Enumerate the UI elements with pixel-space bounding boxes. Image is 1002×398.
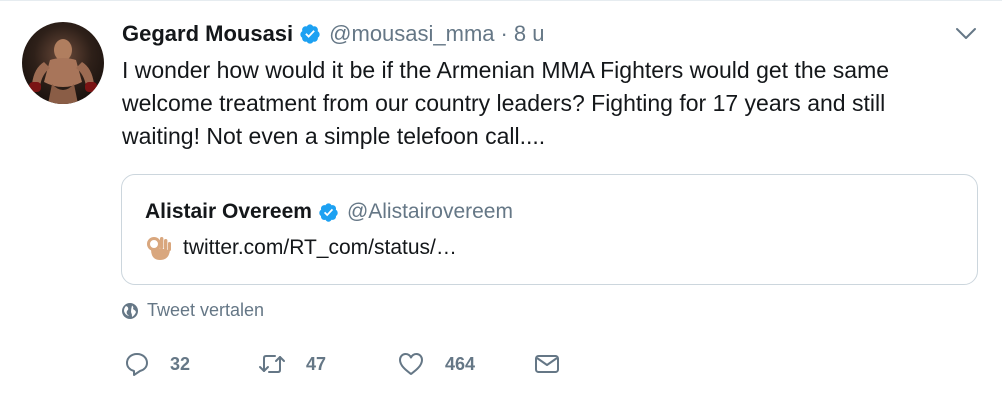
retweet-count: 47 (306, 353, 327, 374)
retweet-button[interactable]: 47 (258, 348, 326, 380)
like-button[interactable]: 464 (397, 348, 475, 380)
chevron-down-icon[interactable] (955, 26, 977, 42)
tweet-text: I wonder how would it be if the Armenian… (122, 57, 890, 149)
quoted-author-name: Alistair Overeem (145, 200, 312, 223)
tweet-card[interactable]: Gegard Mousasi @mousasi_mma · 8 u I wond… (0, 0, 1002, 398)
author-handle[interactable]: @mousasi_mma (329, 21, 494, 47)
translate-tweet-button[interactable]: Tweet vertalen (121, 300, 264, 321)
direct-message-button[interactable] (534, 348, 560, 380)
quoted-tweet-link: twitter.com/RT_com/status/… (183, 236, 457, 259)
header-separator: · (500, 21, 508, 46)
author-name[interactable]: Gegard Mousasi (122, 21, 293, 47)
quoted-tweet-header: Alistair Overeem @Alistairovereem (145, 200, 513, 224)
quoted-tweet[interactable]: Alistair Overeem @Alistairovereem twitte… (121, 174, 978, 285)
avatar[interactable] (22, 22, 104, 104)
direct-message-icon (535, 355, 559, 373)
quoted-tweet-body: twitter.com/RT_com/status/… (145, 234, 457, 262)
verified-badge-icon (299, 23, 321, 45)
retweet-icon (259, 355, 285, 373)
tweet-header: Gegard Mousasi @mousasi_mma · 8 u (122, 19, 544, 49)
reply-button[interactable]: 32 (124, 348, 190, 380)
like-icon (399, 353, 423, 375)
quoted-author-handle: @Alistairovereem (346, 200, 513, 223)
translate-label: Tweet vertalen (147, 300, 265, 320)
like-count: 464 (445, 353, 476, 374)
reply-count: 32 (170, 353, 191, 374)
verified-badge-icon (318, 202, 339, 223)
avatar-photo (29, 39, 97, 104)
ok-hand-emoji-icon (145, 234, 173, 262)
globe-icon (121, 302, 139, 320)
tweet-timestamp[interactable]: 8 u (514, 21, 545, 47)
reply-icon (126, 353, 148, 376)
